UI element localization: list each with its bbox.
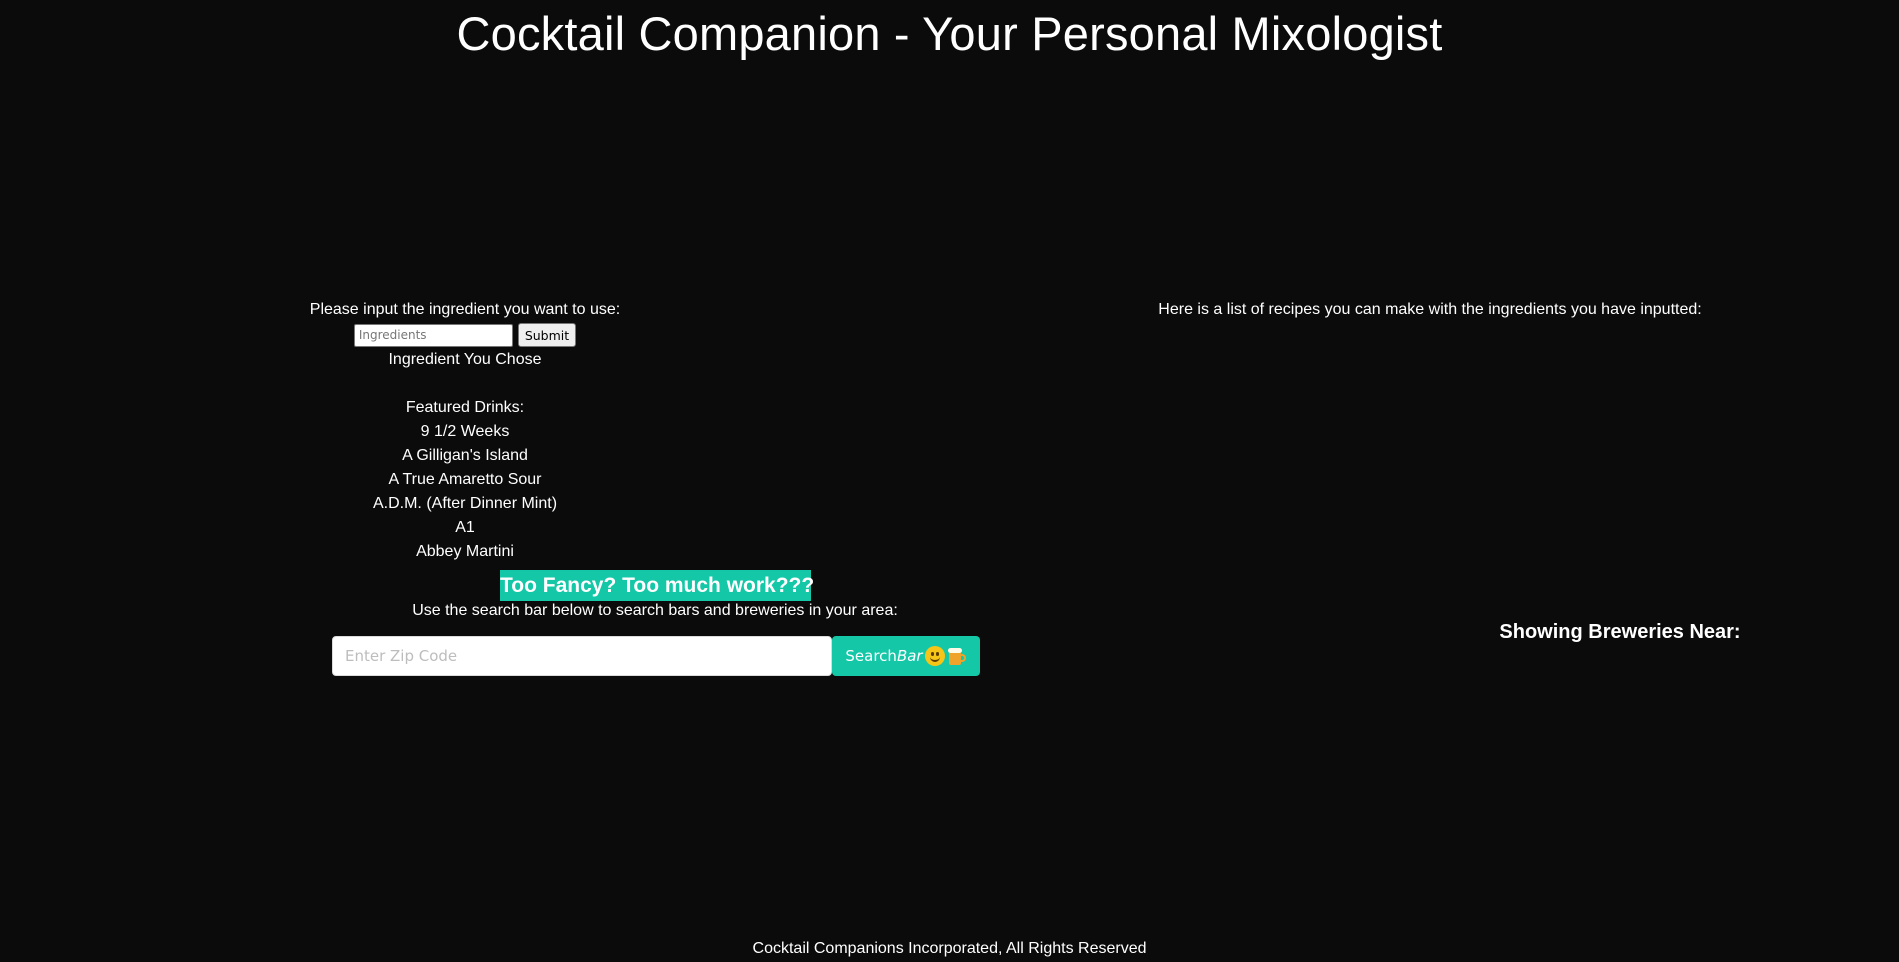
ingredient-chosen-label: Ingredient You Chose: [388, 351, 542, 368]
page-title: Cocktail Companion - Your Personal Mixol…: [456, 7, 1443, 60]
search-button-text: Search: [845, 647, 897, 665]
featured-drink-item[interactable]: 9 1/2 Weeks: [265, 420, 665, 444]
featured-drink-item[interactable]: A.D.M. (After Dinner Mint): [265, 492, 665, 516]
page: Cocktail Companion - Your Personal Mixol…: [0, 0, 1899, 962]
search-bar-button[interactable]: Search Bar: [832, 636, 980, 676]
recipes-heading: Here is a list of recipes you can make w…: [1158, 301, 1702, 318]
featured-drink-item[interactable]: A Gilligan's Island: [265, 444, 665, 468]
ingredient-input[interactable]: [353, 323, 513, 347]
ingredient-prompt: Please input the ingredient you want to …: [309, 301, 621, 318]
featured-drinks-heading: Featured Drinks:: [405, 399, 525, 416]
ingredient-form: Submit: [265, 322, 665, 348]
too-fancy-banner: Too Fancy? Too much work???: [500, 570, 814, 601]
featured-drink-item[interactable]: A True Amaretto Sour: [265, 468, 665, 492]
bar-search-hint: Use the search bar below to search bars …: [412, 602, 898, 619]
featured-drink-item[interactable]: A1: [265, 516, 665, 540]
submit-button[interactable]: Submit: [517, 323, 577, 347]
search-button-italic: Bar: [896, 647, 923, 665]
beer-mug-icon: [947, 646, 967, 666]
winking-face-icon: [924, 646, 945, 666]
footer: Cocktail Companions Incorporated, All Ri…: [752, 940, 1147, 957]
breweries-heading: Showing Breweries Near:: [1499, 621, 1741, 643]
zip-code-input[interactable]: [332, 636, 832, 676]
ingredient-panel: Please input the ingredient you want to …: [265, 298, 665, 564]
featured-drink-item[interactable]: Abbey Martini: [265, 540, 665, 564]
